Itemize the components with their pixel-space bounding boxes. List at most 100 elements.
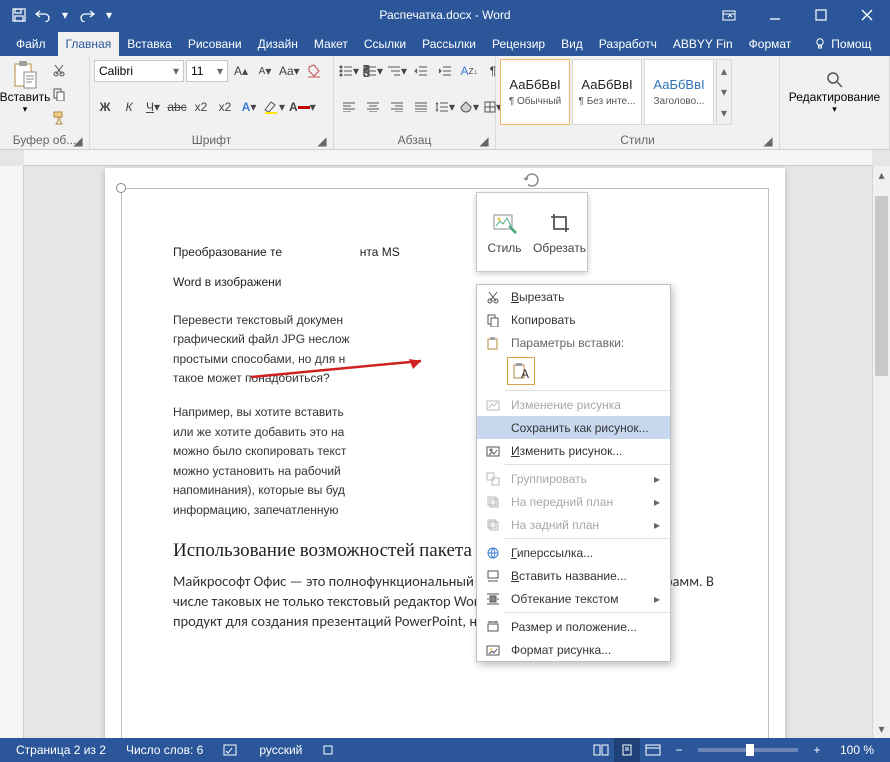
status-page[interactable]: Страница 2 из 2 [6, 743, 116, 757]
ribbon-options-icon[interactable] [706, 0, 752, 30]
close-button[interactable] [844, 0, 890, 30]
tab-file[interactable]: Файл [4, 32, 58, 56]
ctx-format-picture[interactable]: Формат рисунка... [477, 638, 670, 661]
tab-layout[interactable]: Макет [306, 32, 356, 56]
page[interactable]: Преобразование техххххххххххххнта MSWord… [105, 168, 785, 738]
font-name-combo[interactable]: Calibri▾ [94, 60, 184, 82]
font-color-icon[interactable]: A▾ [288, 96, 317, 118]
view-print-icon[interactable] [614, 738, 640, 762]
numbering-icon[interactable]: 123▾ [362, 60, 384, 82]
tab-format[interactable]: Формат [741, 32, 800, 56]
ctx-cut[interactable]: Вырезать [477, 285, 670, 308]
ctx-wrap[interactable]: Обтекание текстом▸ [477, 587, 670, 610]
status-spellcheck[interactable] [213, 743, 249, 757]
superscript-button[interactable]: x2 [214, 96, 236, 118]
scroll-up-icon[interactable]: ▴ [873, 166, 890, 184]
shrink-font-icon[interactable]: A▾ [254, 60, 276, 82]
font-size-combo[interactable]: 11▾ [186, 60, 228, 82]
resize-handle-icon[interactable] [116, 183, 126, 193]
ctx-hyperlink[interactable]: Гиперссылка... [477, 541, 670, 564]
tab-insert[interactable]: Вставка [119, 32, 180, 56]
view-read-icon[interactable] [588, 738, 614, 762]
quick-access-toolbar: ▾ ▾ [8, 4, 118, 26]
zoom-in-button[interactable]: + [804, 738, 830, 762]
tab-home[interactable]: Главная [58, 32, 120, 56]
format-painter-icon[interactable] [48, 107, 70, 129]
align-right-icon[interactable] [386, 96, 408, 118]
redo-icon[interactable] [76, 4, 98, 26]
sort-icon[interactable]: AZ↓ [458, 60, 480, 82]
style-normal[interactable]: АаБбВвІ¶ Обычный [500, 59, 570, 125]
increase-indent-icon[interactable] [434, 60, 456, 82]
change-case-icon[interactable]: Aa▾ [278, 60, 301, 82]
ctx-save-as-picture[interactable]: Сохранить как рисунок... [477, 416, 670, 439]
tell-me[interactable]: Помощ [805, 32, 879, 56]
styles-gallery-more[interactable]: ▴▾▾ [716, 59, 732, 125]
bring-front-icon [483, 492, 503, 512]
ctx-copy[interactable]: Копировать [477, 308, 670, 331]
style-heading1[interactable]: АаБбВвІЗаголово... [644, 59, 714, 125]
bullets-icon[interactable]: ▾ [338, 60, 360, 82]
cut-icon[interactable] [48, 59, 70, 81]
vertical-scrollbar[interactable]: ▴ ▾ [872, 166, 890, 738]
paste-button[interactable]: Вставить▾ [4, 59, 46, 115]
subscript-button[interactable]: x2 [190, 96, 212, 118]
tab-draw[interactable]: Рисовани [180, 32, 250, 56]
decrease-indent-icon[interactable] [410, 60, 432, 82]
ctx-size-position[interactable]: Размер и положение... [477, 615, 670, 638]
status-wordcount[interactable]: Число слов: 6 [116, 743, 213, 757]
undo-icon[interactable] [32, 4, 54, 26]
highlight-icon[interactable]: ▾ [262, 96, 286, 118]
vertical-ruler[interactable] [0, 166, 24, 738]
tab-view[interactable]: Вид [553, 32, 591, 56]
tab-design[interactable]: Дизайн [250, 32, 306, 56]
minimize-button[interactable] [752, 0, 798, 30]
align-center-icon[interactable] [362, 96, 384, 118]
tab-references[interactable]: Ссылки [356, 32, 414, 56]
horizontal-ruler[interactable] [24, 150, 872, 166]
zoom-level[interactable]: 100 % [830, 743, 884, 757]
tab-developer[interactable]: Разработч [591, 32, 665, 56]
paste-keep-text-icon[interactable]: A [507, 357, 535, 385]
editing-button[interactable]: Редактирование ▾ [784, 59, 885, 125]
justify-icon[interactable] [410, 96, 432, 118]
zoom-out-button[interactable]: − [666, 738, 692, 762]
editing-label: Редактирование [789, 90, 880, 104]
font-launcher[interactable]: ◢ [315, 134, 329, 148]
rotate-handle-icon[interactable] [523, 171, 541, 189]
scroll-thumb[interactable] [875, 196, 888, 376]
styles-launcher[interactable]: ◢ [761, 134, 775, 148]
qat-customize[interactable]: ▾ [100, 4, 118, 26]
bold-button[interactable]: Ж [94, 96, 116, 118]
underline-button[interactable]: Ч▾ [142, 96, 164, 118]
copy-icon[interactable] [48, 83, 70, 105]
status-macro-icon[interactable] [312, 744, 344, 756]
para-launcher[interactable]: ◢ [477, 134, 491, 148]
clear-format-icon[interactable] [303, 60, 325, 82]
tab-abbyy[interactable]: ABBYY Fin [665, 32, 741, 56]
zoom-slider[interactable] [698, 748, 798, 752]
italic-button[interactable]: К [118, 96, 140, 118]
clipboard-launcher[interactable]: ◢ [71, 134, 85, 148]
multilevel-icon[interactable]: ▾ [386, 60, 408, 82]
grow-font-icon[interactable]: A▴ [230, 60, 252, 82]
view-web-icon[interactable] [640, 738, 666, 762]
style-nospacing[interactable]: АаБбВвІ¶ Без инте... [572, 59, 642, 125]
save-icon[interactable] [8, 4, 30, 26]
text-effects-icon[interactable]: A▾ [238, 96, 260, 118]
shading-icon[interactable]: ▾ [458, 96, 480, 118]
tab-mailings[interactable]: Рассылки [414, 32, 484, 56]
ctx-caption[interactable]: Вставить название... [477, 564, 670, 587]
crop-button[interactable]: Обрезать [532, 193, 587, 271]
scroll-down-icon[interactable]: ▾ [873, 720, 890, 738]
undo-dropdown[interactable]: ▾ [56, 4, 74, 26]
align-left-icon[interactable] [338, 96, 360, 118]
status-language[interactable]: русский [249, 743, 312, 757]
format-picture-icon [483, 640, 503, 660]
picture-style-button[interactable]: Стиль [477, 193, 532, 271]
strike-button[interactable]: abc [166, 96, 188, 118]
ctx-edit-picture[interactable]: Изменить рисунок... [477, 439, 670, 462]
maximize-button[interactable] [798, 0, 844, 30]
line-spacing-icon[interactable]: ▾ [434, 96, 456, 118]
tab-review[interactable]: Рецензир [484, 32, 553, 56]
